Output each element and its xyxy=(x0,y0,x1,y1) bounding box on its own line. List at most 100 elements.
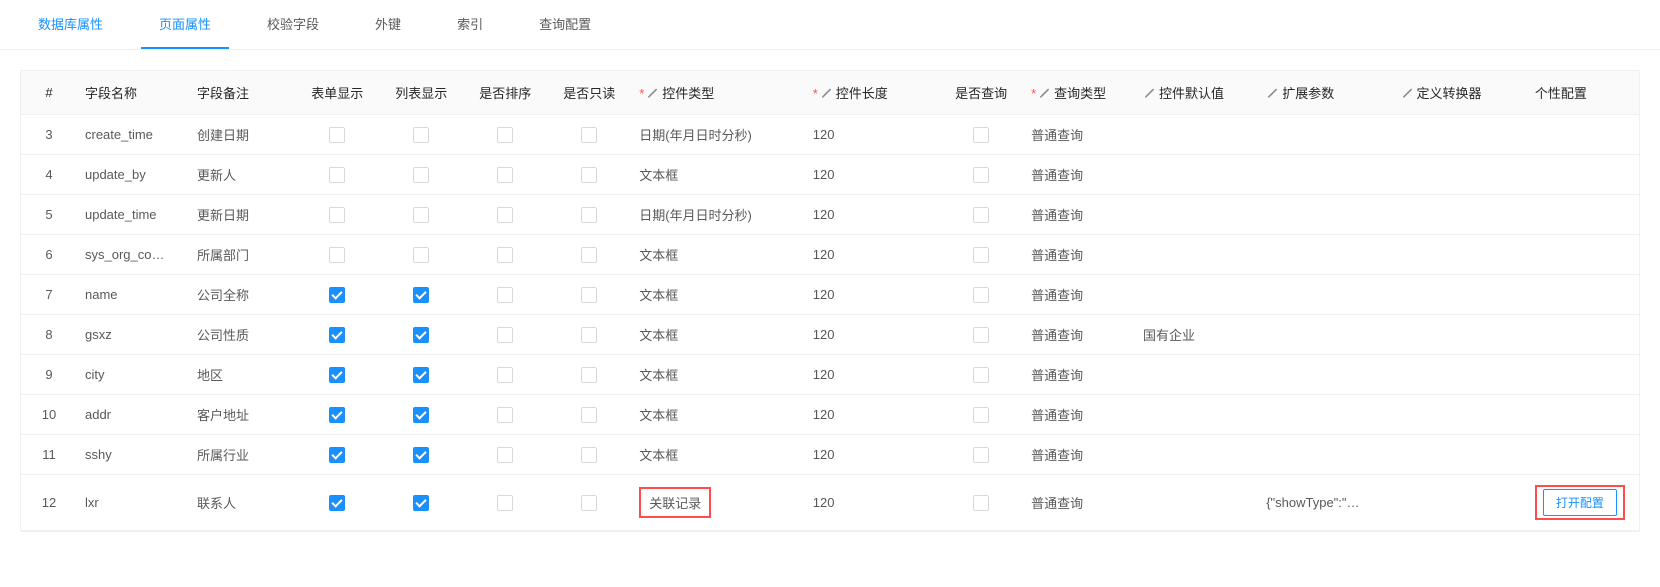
cell-ctrl-default[interactable] xyxy=(1135,195,1258,235)
ctrl-type-cell[interactable]: 文本框 xyxy=(639,328,678,343)
cell-query-type[interactable]: 普通查询 xyxy=(1023,475,1135,531)
cell-ctrl-len[interactable]: 120 xyxy=(805,275,939,315)
cell-ctrl-default[interactable] xyxy=(1135,435,1258,475)
table-row[interactable]: 4update_by更新人文本框120普通查询 xyxy=(21,155,1639,195)
checkbox[interactable] xyxy=(581,287,597,303)
ctrl-type-cell[interactable]: 日期(年月日时分秒) xyxy=(639,128,752,143)
checkbox[interactable] xyxy=(581,327,597,343)
cell-field-name[interactable]: city xyxy=(77,355,189,395)
ctrl-type-cell[interactable]: 文本框 xyxy=(639,168,678,183)
checkbox[interactable] xyxy=(581,407,597,423)
ctrl-type-cell[interactable]: 文本框 xyxy=(639,248,678,263)
ctrl-type-cell[interactable]: 关联记录 xyxy=(639,487,711,518)
checkbox[interactable] xyxy=(973,247,989,263)
open-config-button[interactable]: 打开配置 xyxy=(1543,489,1617,516)
checkbox[interactable] xyxy=(413,407,429,423)
cell-ctrl-len[interactable]: 120 xyxy=(805,435,939,475)
checkbox[interactable] xyxy=(581,127,597,143)
cell-converter[interactable] xyxy=(1393,475,1527,531)
cell-converter[interactable] xyxy=(1393,115,1527,155)
checkbox[interactable] xyxy=(329,247,345,263)
cell-converter[interactable] xyxy=(1393,275,1527,315)
cell-ctrl-default[interactable] xyxy=(1135,475,1258,531)
cell-query-type[interactable]: 普通查询 xyxy=(1023,195,1135,235)
table-row[interactable]: 6sys_org_co…所属部门文本框120普通查询 xyxy=(21,235,1639,275)
cell-converter[interactable] xyxy=(1393,395,1527,435)
checkbox[interactable] xyxy=(413,327,429,343)
checkbox[interactable] xyxy=(497,447,513,463)
ctrl-type-cell[interactable]: 文本框 xyxy=(639,288,678,303)
checkbox[interactable] xyxy=(329,127,345,143)
checkbox[interactable] xyxy=(581,495,597,511)
cell-ext-params[interactable] xyxy=(1258,115,1392,155)
table-row[interactable]: 9city地区文本框120普通查询 xyxy=(21,355,1639,395)
cell-field-name[interactable]: sys_org_co… xyxy=(77,235,189,275)
checkbox[interactable] xyxy=(413,127,429,143)
checkbox[interactable] xyxy=(329,367,345,383)
cell-field-remark[interactable]: 创建日期 xyxy=(189,115,295,155)
cell-ext-params[interactable] xyxy=(1258,355,1392,395)
checkbox[interactable] xyxy=(329,495,345,511)
ctrl-type-cell[interactable]: 文本框 xyxy=(639,448,678,463)
table-row[interactable]: 10addr客户地址文本框120普通查询 xyxy=(21,395,1639,435)
tab-foreign-key[interactable]: 外键 xyxy=(357,0,419,49)
table-row[interactable]: 5update_time更新日期日期(年月日时分秒)120普通查询 xyxy=(21,195,1639,235)
cell-ext-params[interactable] xyxy=(1258,395,1392,435)
table-row[interactable]: 8gsxz公司性质文本框120普通查询国有企业 xyxy=(21,315,1639,355)
checkbox[interactable] xyxy=(329,287,345,303)
tab-index[interactable]: 索引 xyxy=(439,0,501,49)
cell-ctrl-default[interactable] xyxy=(1135,115,1258,155)
checkbox[interactable] xyxy=(329,407,345,423)
cell-ctrl-default[interactable]: 国有企业 xyxy=(1135,315,1258,355)
cell-ctrl-default[interactable] xyxy=(1135,395,1258,435)
cell-ctrl-default[interactable] xyxy=(1135,355,1258,395)
tab-page-attrs[interactable]: 页面属性 xyxy=(141,0,229,49)
cell-query-type[interactable]: 普通查询 xyxy=(1023,315,1135,355)
table-row[interactable]: 3create_time创建日期日期(年月日时分秒)120普通查询 xyxy=(21,115,1639,155)
cell-field-remark[interactable]: 所属部门 xyxy=(189,235,295,275)
checkbox[interactable] xyxy=(413,167,429,183)
checkbox[interactable] xyxy=(973,495,989,511)
tab-query-config[interactable]: 查询配置 xyxy=(521,0,609,49)
cell-field-name[interactable]: sshy xyxy=(77,435,189,475)
ctrl-type-cell[interactable]: 文本框 xyxy=(639,368,678,383)
checkbox[interactable] xyxy=(497,207,513,223)
cell-converter[interactable] xyxy=(1393,355,1527,395)
table-row[interactable]: 11sshy所属行业文本框120普通查询 xyxy=(21,435,1639,475)
checkbox[interactable] xyxy=(973,287,989,303)
cell-field-remark[interactable]: 公司全称 xyxy=(189,275,295,315)
checkbox[interactable] xyxy=(329,167,345,183)
cell-ctrl-default[interactable] xyxy=(1135,275,1258,315)
checkbox[interactable] xyxy=(973,207,989,223)
cell-field-remark[interactable]: 客户地址 xyxy=(189,395,295,435)
cell-field-remark[interactable]: 公司性质 xyxy=(189,315,295,355)
cell-query-type[interactable]: 普通查询 xyxy=(1023,275,1135,315)
cell-ctrl-len[interactable]: 120 xyxy=(805,315,939,355)
cell-ext-params[interactable] xyxy=(1258,155,1392,195)
cell-ext-params[interactable] xyxy=(1258,235,1392,275)
checkbox[interactable] xyxy=(497,495,513,511)
cell-ext-params[interactable] xyxy=(1258,315,1392,355)
cell-field-name[interactable]: addr xyxy=(77,395,189,435)
checkbox[interactable] xyxy=(973,167,989,183)
checkbox[interactable] xyxy=(497,287,513,303)
cell-query-type[interactable]: 普通查询 xyxy=(1023,355,1135,395)
checkbox[interactable] xyxy=(497,407,513,423)
checkbox[interactable] xyxy=(329,327,345,343)
cell-ctrl-default[interactable] xyxy=(1135,155,1258,195)
checkbox[interactable] xyxy=(413,247,429,263)
checkbox[interactable] xyxy=(581,367,597,383)
checkbox[interactable] xyxy=(973,367,989,383)
cell-field-name[interactable]: update_by xyxy=(77,155,189,195)
cell-field-remark[interactable]: 地区 xyxy=(189,355,295,395)
cell-ctrl-len[interactable]: 120 xyxy=(805,235,939,275)
cell-ext-params[interactable] xyxy=(1258,275,1392,315)
cell-converter[interactable] xyxy=(1393,315,1527,355)
ctrl-type-cell[interactable]: 文本框 xyxy=(639,408,678,423)
cell-field-remark[interactable]: 更新日期 xyxy=(189,195,295,235)
checkbox[interactable] xyxy=(497,127,513,143)
cell-query-type[interactable]: 普通查询 xyxy=(1023,115,1135,155)
cell-field-name[interactable]: lxr xyxy=(77,475,189,531)
checkbox[interactable] xyxy=(497,247,513,263)
checkbox[interactable] xyxy=(973,327,989,343)
